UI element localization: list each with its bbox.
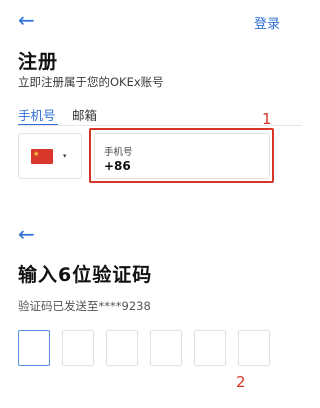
register-subtitle: 立即注册属于您的OKEx账号 [18, 75, 164, 89]
country-code-selector[interactable]: ★ ▾ [18, 133, 82, 179]
annotation-number-1: 1 [262, 110, 272, 128]
code-sent-text: 验证码已发送至****9238 [18, 299, 151, 313]
code-digit-box-5[interactable] [194, 330, 226, 366]
tabs-divider [18, 125, 302, 126]
chevron-down-icon: ▾ [63, 152, 67, 160]
verify-title: 输入6位验证码 [18, 264, 153, 286]
phone-number-field[interactable]: 手机号 +86 [94, 133, 270, 179]
verify-back-arrow-icon[interactable]: ← [18, 224, 35, 244]
back-arrow-icon[interactable]: ← [18, 10, 35, 30]
tab-phone[interactable]: 手机号 [18, 105, 56, 124]
login-link[interactable]: 登录 [254, 13, 280, 32]
code-digit-box-2[interactable] [62, 330, 94, 366]
annotation-number-2: 2 [236, 373, 246, 391]
flag-star-icon: ★ [33, 150, 40, 158]
tab-email[interactable]: 邮箱 [72, 105, 97, 124]
phone-field-label: 手机号 [104, 147, 133, 158]
code-digit-box-6[interactable] [238, 330, 270, 366]
code-digit-box-3[interactable] [106, 330, 138, 366]
code-digit-box-4[interactable] [150, 330, 182, 366]
code-digit-box-1[interactable] [18, 330, 50, 366]
register-title: 注册 [18, 51, 59, 73]
phone-field-value[interactable]: +86 [104, 159, 131, 173]
